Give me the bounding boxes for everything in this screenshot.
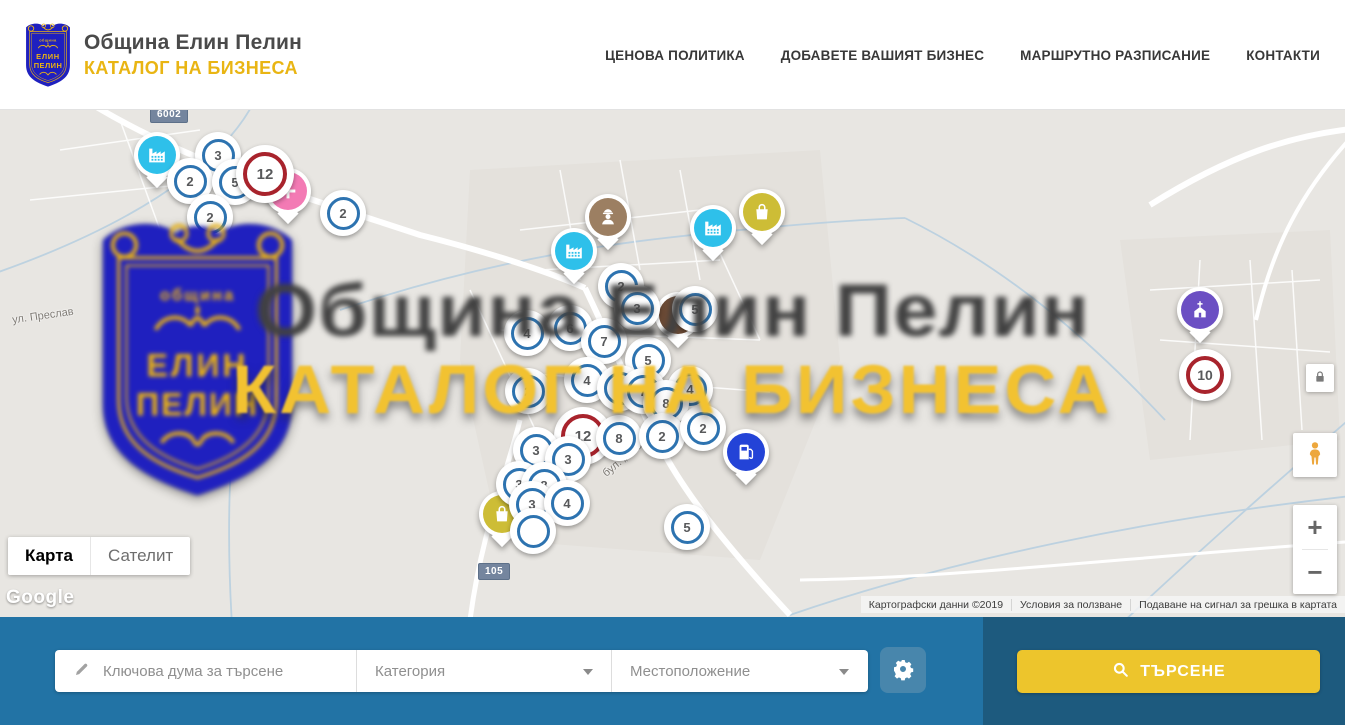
map-zoom-control: + − [1293,505,1337,594]
shield-word-obshtina: община [39,38,57,42]
google-logo[interactable]: Google [6,587,74,609]
map-cluster[interactable]: 5 [672,286,718,332]
nav-contacts[interactable]: КОНТАКТИ [1246,48,1320,63]
page: община ЕЛИН ПЕЛИН Община Елин Пелин КАТА… [0,0,1345,725]
chevron-down-icon [583,669,593,675]
factory-icon [146,144,168,166]
search-bar: Категория Местоположение ТЪРСЕНЕ [0,617,1345,725]
main-nav: ЦЕНОВА ПОЛИТИКА ДОБАВЕТЕ ВАШИЯТ БИЗНЕС М… [605,0,1320,110]
search-button[interactable]: ТЪРСЕНЕ [1017,650,1320,693]
map-canvas[interactable]: 6002 105 ул. Преслав бул. „Новосел 32512… [0,110,1345,617]
attribution-terms-link[interactable]: Условия за ползване [1011,599,1130,611]
map-cluster[interactable]: 8 [596,415,642,461]
map-type-map-button[interactable]: Карта [8,537,90,575]
map-type-control: Карта Сателит [8,537,190,575]
map-cluster[interactable]: 4 [504,310,550,356]
search-button-label: ТЪРСЕНЕ [1140,663,1225,681]
attribution-copyright: Картографски данни ©2019 [861,599,1011,611]
map-cluster[interactable]: 2 [680,405,726,451]
map-type-satellite-button[interactable]: Сателит [90,537,190,575]
map-pin-bag[interactable] [739,189,785,235]
map-attribution: Картографски данни ©2019 Условия за полз… [861,596,1345,613]
map-cluster[interactable]: 2 [187,194,233,240]
map-cluster[interactable]: 2 [320,190,366,236]
advanced-settings-button[interactable] [880,647,926,693]
keyword-section [55,650,357,692]
category-select-value: Категория [375,663,445,680]
fuel-icon [735,441,757,463]
nav-add-business[interactable]: ДОБАВЕТЕ ВАШИЯТ БИЗНЕС [781,48,984,63]
map-cluster[interactable]: 12 [236,145,294,203]
location-select[interactable]: Местоположение [612,650,867,692]
shield-word-elin: ЕЛИН [36,52,60,61]
site-logo[interactable]: община ЕЛИН ПЕЛИН Община Елин Пелин КАТА… [22,18,302,92]
pencil-icon [73,660,91,683]
map-lock-button[interactable] [1306,364,1334,392]
nav-pricing-policy[interactable]: ЦЕНОВА ПОЛИТИКА [605,48,745,63]
map-pin-fuel[interactable] [723,429,769,475]
municipal-shield-icon: община ЕЛИН ПЕЛИН [22,18,74,92]
nav-route-schedule[interactable]: МАРШРУТНО РАЗПИСАНИЕ [1020,48,1210,63]
search-icon [1111,660,1130,684]
worker-icon [597,206,619,228]
search-group: Категория Местоположение [55,650,868,692]
street-view-pegman-button[interactable] [1293,433,1337,477]
map-pin-factory[interactable] [690,205,736,251]
pegman-icon [1301,440,1329,471]
factory-icon [563,240,585,262]
church-icon [1189,299,1211,321]
map-cluster[interactable]: 5 [664,504,710,550]
zoom-in-button[interactable]: + [1293,505,1337,549]
factory-icon [702,217,724,239]
attribution-report-link[interactable]: Подаване на сигнал за грешка в картата [1130,599,1345,611]
map-pin-factory[interactable] [551,228,597,274]
gear-icon [891,657,915,684]
shield-word-pelin: ПЕЛИН [34,61,63,70]
chevron-down-icon [839,669,849,675]
site-title: Община Елин Пелин [84,31,302,55]
map-pin-church[interactable] [1177,287,1223,333]
lock-icon [1312,369,1328,388]
location-select-value: Местоположение [630,663,750,680]
bag-icon [751,201,773,223]
map-cluster[interactable]: 3 [614,285,660,331]
site-subtitle: КАТАЛОГ НА БИЗНЕСА [84,58,302,79]
map-cluster[interactable] [510,508,556,554]
header: община ЕЛИН ПЕЛИН Община Елин Пелин КАТА… [0,0,1345,110]
map-markers: 3251222235647542742812822333834510 [0,110,1345,617]
zoom-out-button[interactable]: − [1293,550,1337,594]
category-select[interactable]: Категория [357,650,612,692]
map-cluster[interactable]: 2 [639,413,685,459]
map-cluster[interactable]: 2 [505,368,551,414]
map-pin-worker[interactable] [585,194,631,240]
map-cluster[interactable]: 10 [1179,349,1231,401]
keyword-input[interactable] [103,663,356,680]
